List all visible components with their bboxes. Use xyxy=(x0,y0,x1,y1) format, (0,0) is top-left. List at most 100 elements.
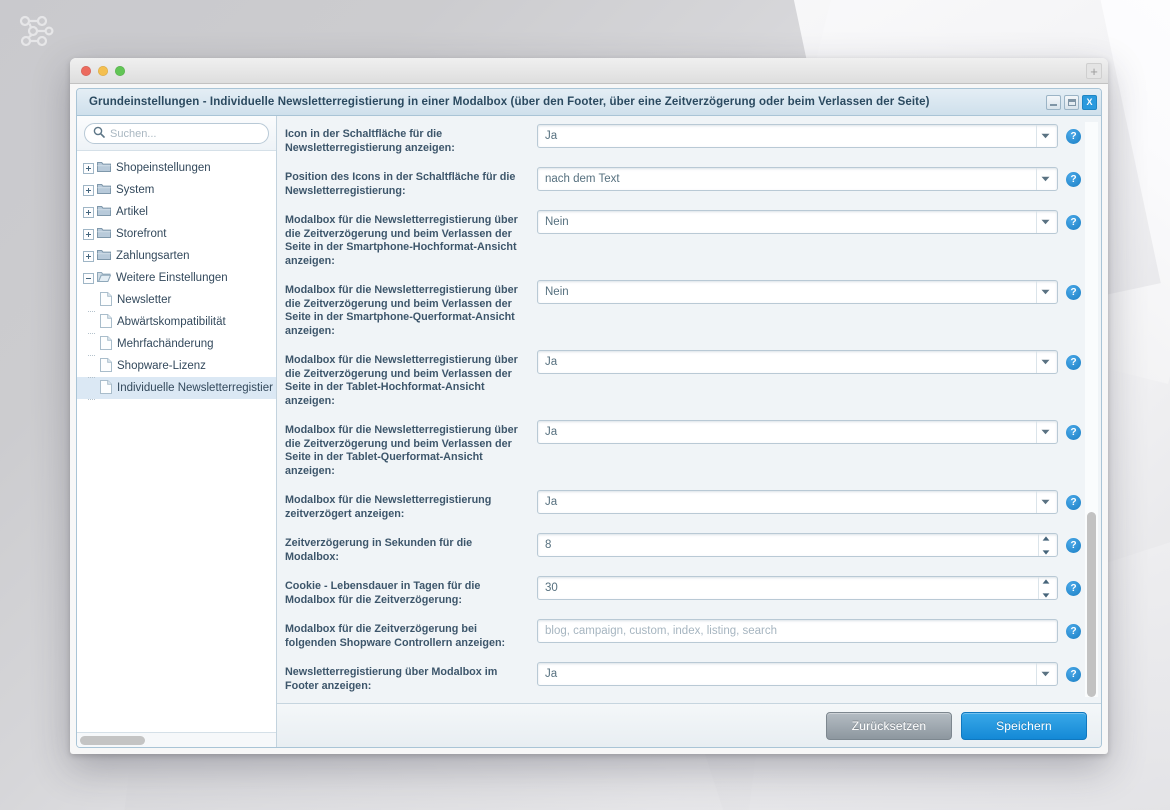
number-field[interactable]: 30 xyxy=(537,576,1058,600)
quantity-stepper[interactable] xyxy=(1038,534,1053,556)
new-tab-button[interactable]: + xyxy=(1086,63,1102,79)
panel-body: Shopeinstellungen System Artikel Storefront… xyxy=(77,116,1101,747)
sidebar-item-individuelle-newsletterregistier[interactable]: Individuelle Newsletterregistier xyxy=(77,377,276,400)
help-icon[interactable]: ? xyxy=(1066,495,1081,510)
folder-icon xyxy=(97,271,112,286)
form-row: Cookie - Lebensdauer in Tagen für die Mo… xyxy=(285,576,1081,607)
tree-toggle-expand-icon[interactable] xyxy=(83,184,94,196)
sidebar-item-label: Abwärtskompatibilität xyxy=(117,316,226,328)
search-input[interactable] xyxy=(110,127,260,140)
sidebar-scrollbar-thumb[interactable] xyxy=(80,736,145,745)
help-icon[interactable]: ? xyxy=(1066,285,1081,300)
folder-icon xyxy=(97,183,111,198)
file-icon xyxy=(100,291,112,309)
sidebar-horizontal-scrollbar[interactable] xyxy=(77,732,276,747)
sidebar-item-label: Individuelle Newsletterregistier xyxy=(117,382,273,394)
save-button[interactable]: Speichern xyxy=(961,711,1087,740)
sidebar-item-shopeinstellungen[interactable]: Shopeinstellungen xyxy=(77,157,276,179)
select-field[interactable]: nach dem Text xyxy=(537,167,1058,191)
chevron-down-icon[interactable] xyxy=(1036,351,1053,373)
field-value: Ja xyxy=(545,356,558,368)
select-field[interactable]: Nein xyxy=(537,210,1058,234)
close-window-button[interactable] xyxy=(81,66,91,76)
chevron-down-icon[interactable] xyxy=(1036,421,1053,443)
sidebar-item-newsletter[interactable]: Newsletter xyxy=(77,289,276,312)
help-icon[interactable]: ? xyxy=(1066,624,1081,639)
form-scrollbar-thumb[interactable] xyxy=(1087,512,1096,697)
help-icon[interactable]: ? xyxy=(1066,667,1081,682)
field-value: Ja xyxy=(545,496,558,508)
help-icon[interactable]: ? xyxy=(1066,172,1081,187)
field-control-group: blog, campaign, custom, index, listing, … xyxy=(537,619,1081,643)
minimize-icon[interactable] xyxy=(1046,94,1061,110)
sidebar-item-artikel[interactable]: Artikel xyxy=(77,201,276,223)
settings-tree: Shopeinstellungen System Artikel Storefront… xyxy=(77,151,276,732)
field-value: Ja xyxy=(545,130,558,142)
stepper-up-icon[interactable] xyxy=(1042,532,1050,544)
stepper-down-icon[interactable] xyxy=(1042,589,1050,601)
select-field[interactable]: Ja xyxy=(537,490,1058,514)
page-title: Grundeinstellungen - Individuelle Newsle… xyxy=(89,96,930,108)
maximize-icon[interactable] xyxy=(1064,94,1079,110)
tree-toggle-expand-icon[interactable] xyxy=(83,162,94,174)
settings-panel: Grundeinstellungen - Individuelle Newsle… xyxy=(76,88,1102,748)
minimize-window-button[interactable] xyxy=(98,66,108,76)
quantity-stepper[interactable] xyxy=(1038,577,1053,599)
sidebar-item-system[interactable]: System xyxy=(77,179,276,201)
sidebar-item-label: Zahlungsarten xyxy=(116,250,190,262)
number-field[interactable]: 8 xyxy=(537,533,1058,557)
help-icon[interactable]: ? xyxy=(1066,425,1081,440)
panel-window-controls: X xyxy=(1046,94,1097,110)
form-row: Modalbox für die Newsletterregistierung … xyxy=(285,350,1081,408)
help-icon[interactable]: ? xyxy=(1066,355,1081,370)
help-icon[interactable]: ? xyxy=(1066,215,1081,230)
help-icon[interactable]: ? xyxy=(1066,538,1081,553)
sidebar-item-shopware-lizenz[interactable]: Shopware-Lizenz xyxy=(77,355,276,378)
stepper-up-icon[interactable] xyxy=(1042,575,1050,587)
sidebar-item-abw-rtskompatibilit-t[interactable]: Abwärtskompatibilität xyxy=(77,311,276,334)
field-wrap: 8? xyxy=(537,533,1081,557)
field-control-group: 30? xyxy=(537,576,1081,600)
zoom-window-button[interactable] xyxy=(115,66,125,76)
field-label: Modalbox für die Newsletterregistierung … xyxy=(285,424,518,477)
stepper-down-icon[interactable] xyxy=(1042,546,1050,558)
field-label: Position des Icons in der Schaltfläche f… xyxy=(285,171,516,197)
reset-button[interactable]: Zurücksetzen xyxy=(826,711,952,740)
sidebar-item-mehrfach-nderung[interactable]: Mehrfachänderung xyxy=(77,333,276,356)
chevron-down-icon[interactable] xyxy=(1036,663,1053,685)
form-row: Position des Icons in der Schaltfläche f… xyxy=(285,167,1081,198)
close-icon[interactable]: X xyxy=(1082,94,1097,110)
select-field[interactable]: Nein xyxy=(537,280,1058,304)
file-icon xyxy=(100,357,112,375)
chevron-down-icon[interactable] xyxy=(1036,491,1053,513)
chevron-down-icon[interactable] xyxy=(1036,168,1053,190)
sidebar-item-storefront[interactable]: Storefront xyxy=(77,223,276,245)
sidebar-item-label: System xyxy=(116,184,155,196)
sidebar-item-zahlungsarten[interactable]: Zahlungsarten xyxy=(77,245,276,267)
help-icon[interactable]: ? xyxy=(1066,129,1081,144)
field-wrap: Nein? xyxy=(537,210,1081,234)
sidebar-item-weitere-einstellungen[interactable]: Weitere Einstellungen xyxy=(77,267,276,289)
help-icon[interactable]: ? xyxy=(1066,581,1081,596)
form-row: Modalbox für die Newsletterregistierung … xyxy=(285,280,1081,338)
field-value: blog, campaign, custom, index, listing, … xyxy=(545,625,778,637)
field-value: Nein xyxy=(545,216,569,228)
search-box[interactable] xyxy=(84,123,269,144)
chevron-down-icon[interactable] xyxy=(1036,211,1053,233)
select-field[interactable]: Ja xyxy=(537,420,1058,444)
chevron-down-icon[interactable] xyxy=(1036,281,1053,303)
field-value: Ja xyxy=(545,426,558,438)
tree-toggle-expand-icon[interactable] xyxy=(83,228,94,240)
chevron-down-icon[interactable] xyxy=(1036,125,1053,147)
select-field[interactable]: Ja xyxy=(537,124,1058,148)
field-control-group: Nein? xyxy=(537,280,1081,304)
tree-toggle-collapse-icon[interactable] xyxy=(83,272,94,284)
tree-toggle-expand-icon[interactable] xyxy=(83,250,94,262)
text-field[interactable]: blog, campaign, custom, index, listing, … xyxy=(537,619,1058,643)
select-field[interactable]: Ja xyxy=(537,350,1058,374)
select-field[interactable]: Ja xyxy=(537,662,1058,686)
field-label: Newsletterregistierung über Modalbox im … xyxy=(285,666,498,692)
form-vertical-scrollbar[interactable] xyxy=(1085,122,1098,697)
sidebar-search-wrap xyxy=(77,116,276,151)
tree-toggle-expand-icon[interactable] xyxy=(83,206,94,218)
